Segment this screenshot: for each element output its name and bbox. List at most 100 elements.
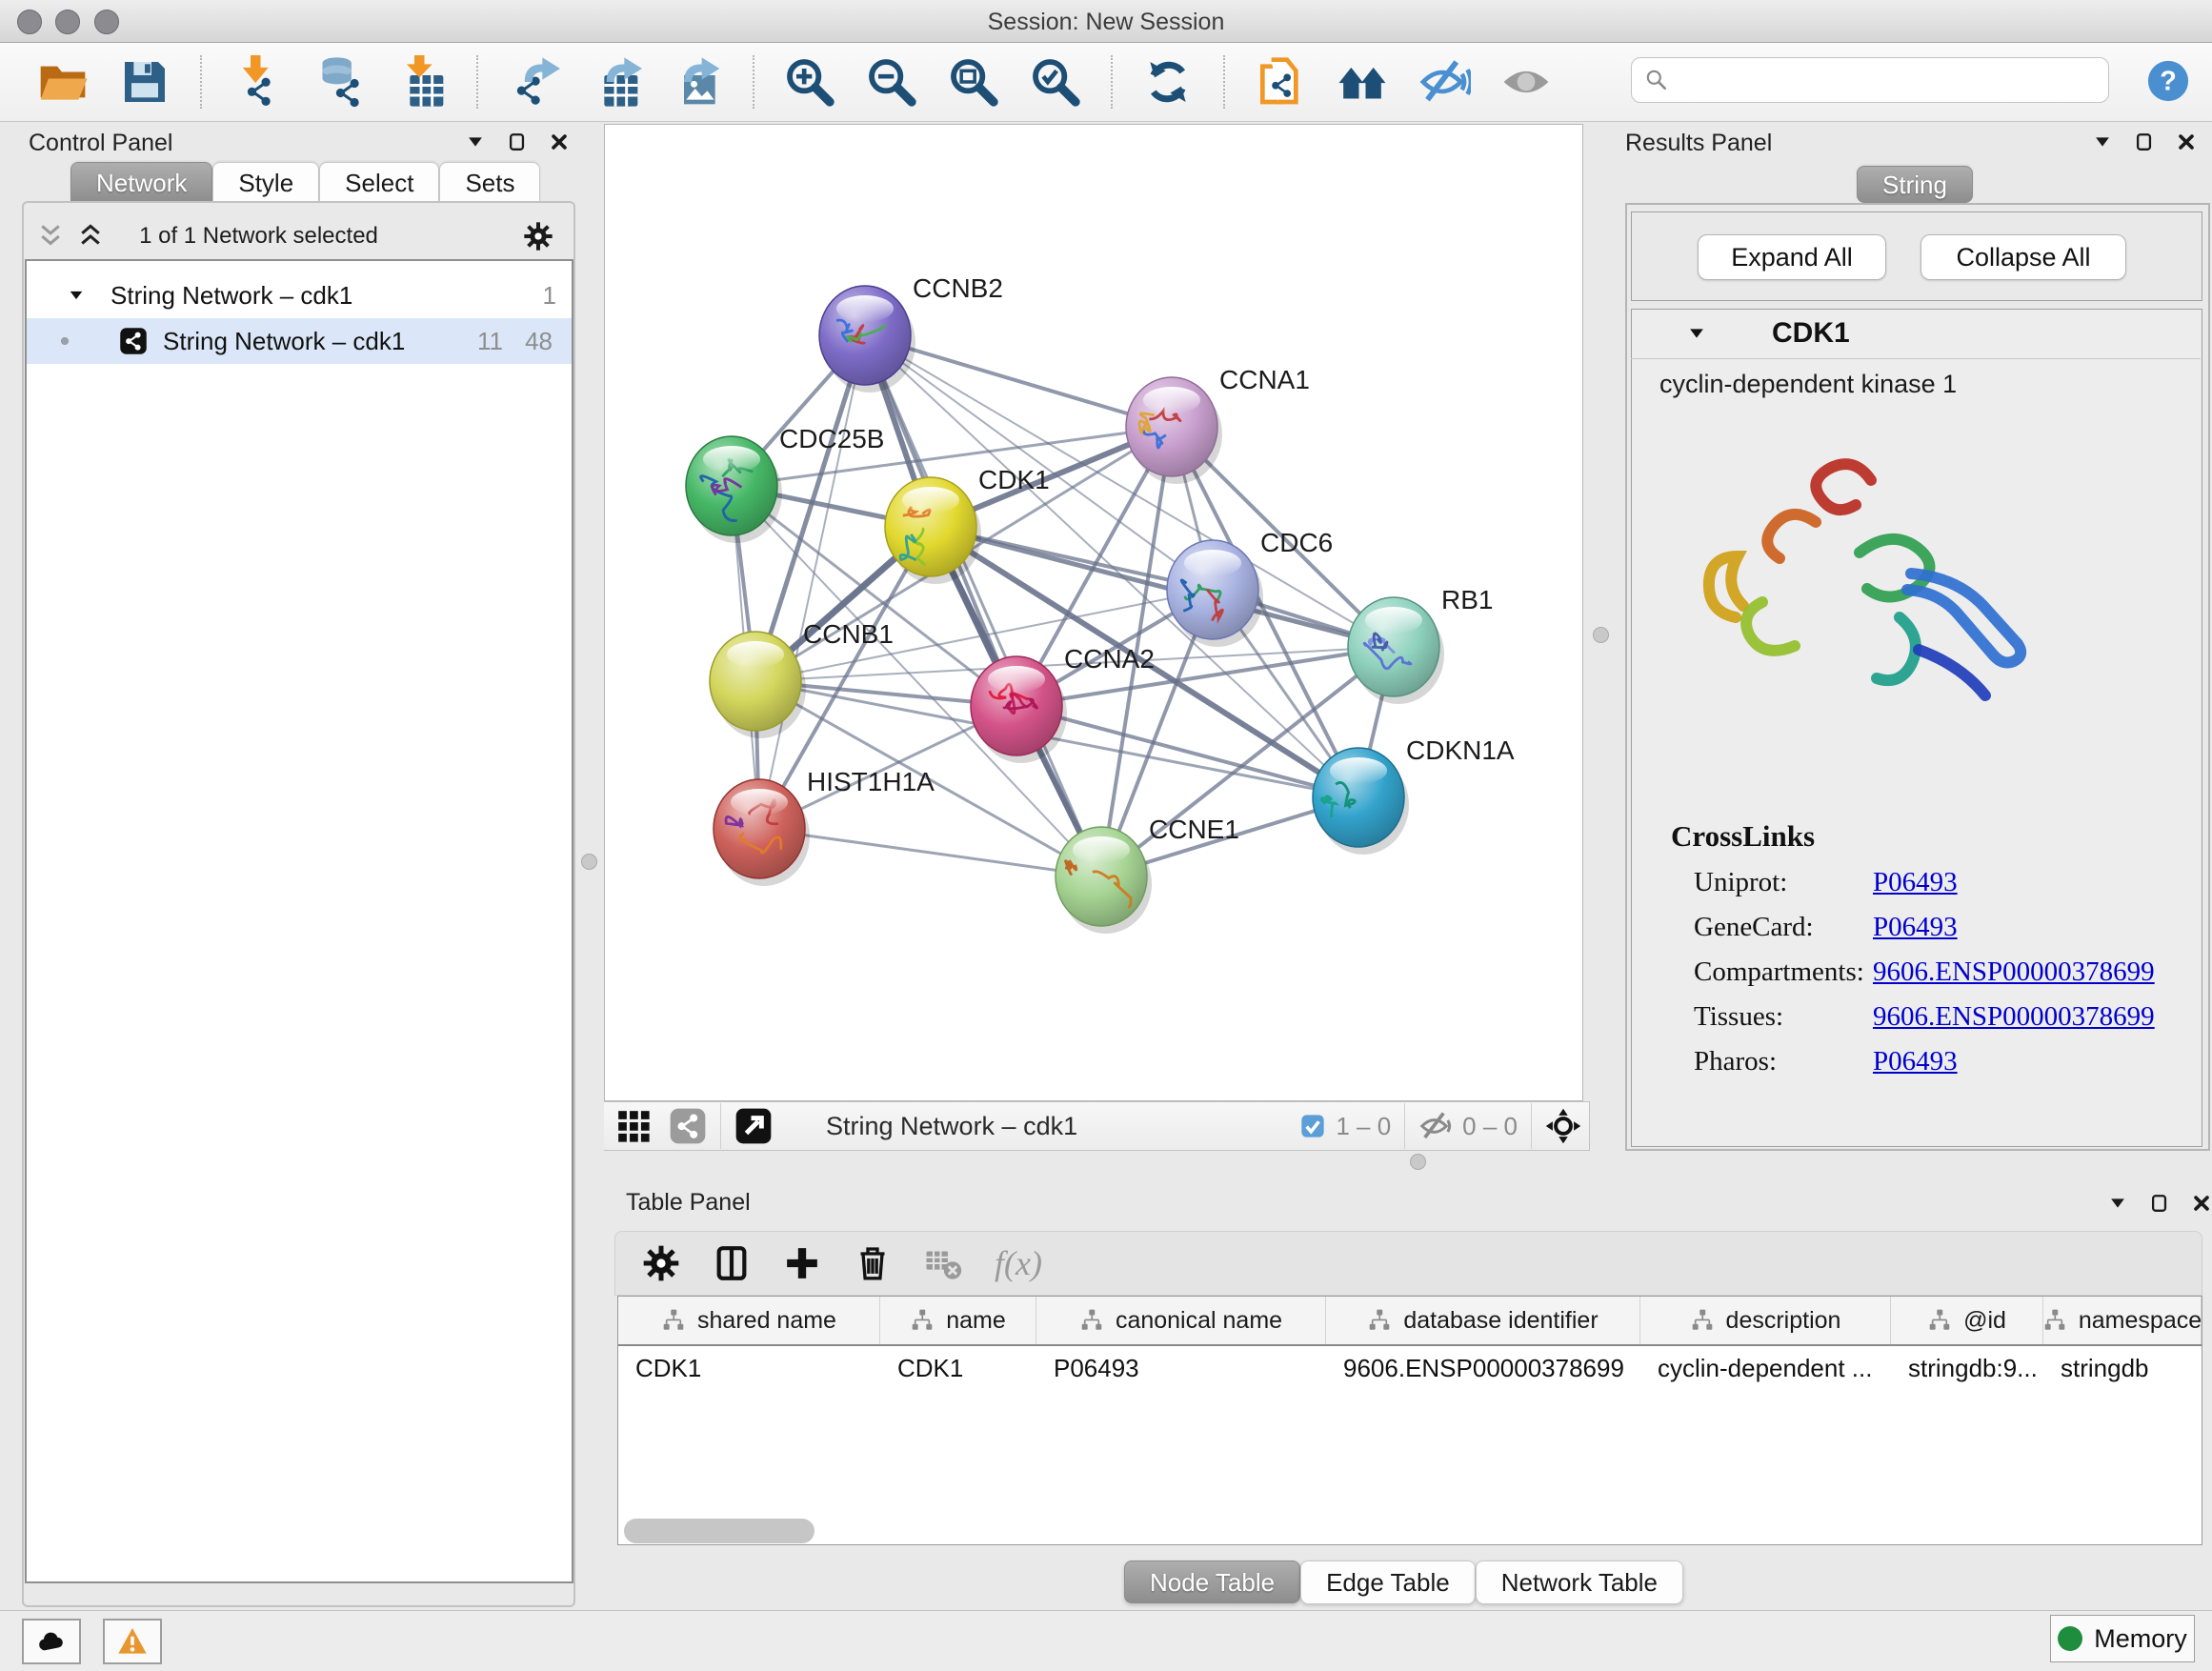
crosslink-link[interactable]: P06493 — [1873, 867, 1958, 898]
save-session-button[interactable] — [118, 55, 171, 109]
network-options-gear-icon[interactable] — [523, 221, 553, 252]
table-tab[interactable]: Node Table — [1124, 1560, 1300, 1603]
birds-eye-view-icon[interactable] — [615, 1108, 652, 1144]
results-panel-menu-icon[interactable] — [2092, 131, 2113, 152]
hide-labels-button[interactable] — [1418, 55, 1471, 109]
table-cell[interactable]: stringdb — [2043, 1354, 2202, 1383]
control-panel-tab[interactable]: Network — [70, 162, 212, 203]
memory-button[interactable]: Memory — [2050, 1615, 2195, 1662]
table-options-gear-icon[interactable] — [642, 1244, 680, 1282]
network-tree-parent-row[interactable]: String Network – cdk1 1 — [27, 272, 572, 318]
selected-count-checkbox-icon[interactable] — [1299, 1113, 1326, 1139]
table-cell[interactable]: 9606.ENSP00000378699 — [1326, 1354, 1640, 1383]
crosslink-link[interactable]: P06493 — [1873, 912, 1958, 943]
crosslink-label: Compartments: — [1694, 956, 1873, 988]
detach-view-icon[interactable] — [734, 1107, 773, 1145]
table-panel-close-icon[interactable] — [2191, 1193, 2212, 1214]
network-from-selection-button[interactable] — [1254, 55, 1307, 109]
network-node-CDKN1A[interactable]: CDKN1A — [1313, 735, 1515, 855]
warnings-button[interactable] — [103, 1619, 162, 1664]
table-cell[interactable]: CDK1 — [618, 1354, 880, 1383]
horizontal-splitter-handle[interactable] — [1410, 1154, 1426, 1170]
gene-disclosure-icon[interactable] — [1686, 323, 1707, 344]
cloud-status-button[interactable] — [22, 1619, 81, 1664]
table-horizontal-scrollbar[interactable] — [624, 1519, 814, 1543]
network-node-HIST1H1A[interactable]: HIST1H1A — [714, 767, 935, 886]
show-images-button[interactable] — [1499, 55, 1553, 109]
add-column-icon[interactable] — [783, 1244, 821, 1282]
results-panel-close-icon[interactable] — [2176, 131, 2197, 152]
import-network-from-database-button[interactable] — [312, 55, 366, 109]
table-cell[interactable]: stringdb:9... — [1891, 1354, 2043, 1383]
crosslink-link[interactable]: 9606.ENSP00000378699 — [1873, 956, 2155, 988]
network-canvas[interactable]: CCNB2 CCNA1 CDC25B CDK1 CDC6 RB1 CCNB1 — [604, 124, 1583, 1101]
column-header-@id[interactable]: @id — [1891, 1297, 2043, 1344]
table-panel-menu-icon[interactable] — [2107, 1193, 2128, 1214]
divider — [720, 1103, 721, 1149]
apply-layout-button[interactable] — [1141, 55, 1195, 109]
tab-string[interactable]: String — [1857, 166, 1973, 203]
table-panel-float-icon[interactable] — [2149, 1193, 2170, 1214]
control-panel-close-icon[interactable] — [549, 131, 570, 152]
table-tab[interactable]: Edge Table — [1300, 1560, 1476, 1603]
export-table-button[interactable] — [589, 55, 642, 109]
network-node-RB1[interactable]: RB1 — [1348, 585, 1493, 704]
help-icon[interactable]: ? — [2146, 59, 2190, 103]
tree-disclosure-icon[interactable] — [67, 286, 86, 305]
control-panel-tab[interactable]: Sets — [439, 162, 540, 203]
import-network-button[interactable] — [231, 55, 284, 109]
network-node-CCNB2[interactable]: CCNB2 — [819, 273, 1003, 393]
search-input[interactable] — [1669, 61, 2108, 99]
open-session-button[interactable] — [36, 55, 90, 109]
control-panel-float-icon[interactable] — [507, 131, 528, 152]
table-cell[interactable]: P06493 — [1036, 1354, 1326, 1383]
toolbar-separator — [1223, 55, 1225, 109]
table-cell[interactable]: cyclin-dependent ... — [1640, 1354, 1891, 1383]
crosslink-link[interactable]: 9606.ENSP00000378699 — [1873, 1001, 2155, 1033]
table-cell[interactable]: CDK1 — [880, 1354, 1036, 1383]
delete-column-icon[interactable] — [854, 1244, 892, 1282]
fit-selected-icon[interactable] — [1545, 1108, 1581, 1144]
collapse-all-button[interactable]: Collapse All — [1920, 234, 2126, 280]
crosslink-link[interactable]: P06493 — [1873, 1046, 1958, 1077]
right-splitter-handle[interactable] — [1593, 627, 1609, 643]
column-header-name[interactable]: name — [880, 1297, 1036, 1344]
network-node-CDC6[interactable]: CDC6 — [1167, 528, 1333, 647]
network-edge-HIST1H1A-CCNE1[interactable] — [759, 829, 1101, 876]
gene-section-header[interactable]: CDK1 — [1631, 309, 2201, 359]
table-row[interactable]: CDK1CDK1P064939606.ENSP00000378699cyclin… — [618, 1346, 2202, 1390]
expand-all-button[interactable]: Expand All — [1698, 234, 1886, 280]
network-node-CDK1[interactable]: CDK1 — [885, 465, 1050, 584]
hidden-count-eye-icon[interactable] — [1418, 1109, 1453, 1143]
results-panel-float-icon[interactable] — [2134, 131, 2155, 152]
node-label-CCNA2: CCNA2 — [1064, 644, 1155, 674]
zoom-out-button[interactable] — [865, 55, 918, 109]
column-header-shared-name[interactable]: shared name — [618, 1297, 880, 1344]
zoom-fit-button[interactable] — [947, 55, 1000, 109]
column-header-description[interactable]: description — [1640, 1297, 1891, 1344]
show-columns-icon[interactable] — [713, 1244, 751, 1282]
import-table-button[interactable] — [394, 55, 448, 109]
left-splitter-handle[interactable] — [581, 854, 597, 870]
export-image-button[interactable] — [671, 55, 724, 109]
network-node-CDC25B[interactable]: CDC25B — [686, 424, 884, 543]
network-collection-label: String Network – cdk1 — [111, 281, 352, 311]
control-panel-tab[interactable]: Select — [319, 162, 439, 203]
network-tree-child-row[interactable]: String Network – cdk1 11 48 — [27, 318, 572, 364]
column-header-canonical-name[interactable]: canonical name — [1036, 1297, 1326, 1344]
zoom-in-button[interactable] — [783, 55, 836, 109]
control-panel-menu-icon[interactable] — [465, 131, 486, 152]
zoom-selected-button[interactable] — [1029, 55, 1082, 109]
table-header-row: shared namenamecanonical namedatabase id… — [618, 1297, 2202, 1346]
table-tab[interactable]: Network Table — [1476, 1560, 1683, 1603]
network-edge-CCNB2-HIST1H1A[interactable] — [759, 335, 865, 829]
string-home-button[interactable] — [1336, 55, 1389, 109]
results-panel-tabs: String — [1857, 166, 1973, 203]
network-node-CCNE1[interactable]: CCNE1 — [1056, 815, 1239, 934]
control-panel-tab[interactable]: Style — [212, 162, 319, 203]
column-header-namespace[interactable]: namespace — [2043, 1297, 2202, 1344]
network-edge-CCNA2-CDKN1A[interactable] — [1016, 706, 1358, 797]
column-header-database-identifier[interactable]: database identifier — [1326, 1297, 1640, 1344]
network-node-CCNA1[interactable]: CCNA1 — [1126, 365, 1310, 484]
export-network-button[interactable] — [507, 55, 560, 109]
